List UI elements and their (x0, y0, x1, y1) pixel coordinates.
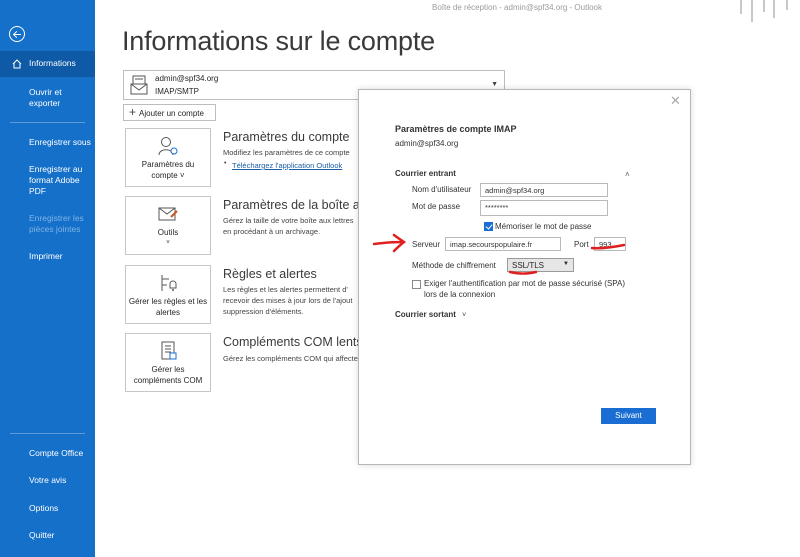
sidebar-item-print[interactable]: Imprimer (0, 251, 95, 262)
mail-account-icon (130, 75, 148, 95)
bullet: • (224, 160, 227, 167)
encryption-label: Méthode de chiffrement (412, 261, 496, 270)
chevron-down-icon: ˅ (462, 312, 467, 319)
person-settings-icon (158, 137, 178, 156)
section-description: Les règles et les alertes permettent d' (223, 285, 348, 294)
remember-password-label: Mémoriser le mot de passe (495, 222, 592, 231)
page-title: Informations sur le compte (122, 26, 435, 56)
section-description: Gérez les compléments COM qui affectent (223, 354, 363, 363)
decorative-stripe (763, 0, 765, 12)
decorative-stripe (786, 0, 788, 10)
decorative-stripe (751, 0, 753, 22)
window-title: Boîte de réception - admin@spf34.org - O… (432, 3, 602, 12)
sidebar-item-open-export[interactable]: Ouvrir et exporter (0, 87, 95, 109)
sidebar-item-quit[interactable]: Quitter (0, 530, 95, 541)
decorative-stripe (740, 0, 742, 14)
chevron-down-icon: ▼ (563, 261, 569, 267)
mailbox-cleanup-icon (158, 207, 178, 221)
sidebar-item-label: Informations (29, 58, 76, 68)
dialog-title: Paramètres de compte IMAP (395, 124, 517, 134)
rules-alerts-icon (161, 275, 177, 291)
dialog-subtitle: admin@spf34.org (395, 139, 459, 148)
sidebar-item-options[interactable]: Options (0, 503, 95, 514)
chevron-down-icon: ▼ (491, 81, 498, 88)
server-label: Serveur (412, 240, 441, 249)
remember-password-checkbox[interactable] (484, 222, 493, 231)
add-account-label: Ajouter un compte (139, 109, 204, 118)
incoming-mail-header[interactable]: Courrier entrant (395, 169, 456, 178)
section-title: Compléments COM lents (223, 335, 363, 349)
spa-checkbox[interactable] (412, 280, 421, 289)
section-title: Règles et alertes (223, 267, 317, 281)
sidebar-item-feedback[interactable]: Votre avis (0, 475, 95, 486)
add-account-button[interactable]: + Ajouter un compte (123, 104, 216, 121)
backstage-sidebar: Informations Ouvrir et exporter Enregist… (0, 0, 95, 557)
account-type: IMAP/SMTP (155, 87, 200, 96)
sidebar-divider (10, 433, 85, 434)
username-field[interactable]: admin@spf34.org (480, 183, 608, 197)
port-label: Port (574, 240, 589, 249)
section-title: Paramètres du compte (223, 130, 350, 144)
tile-label: Outils (157, 228, 179, 237)
section-description: recevoir des mises à jour lors de l'ajou… (223, 296, 353, 305)
section-description: en procédant à un archivage. (223, 227, 321, 236)
password-field[interactable]: ******** (480, 200, 608, 216)
next-button[interactable]: Suivant (601, 408, 656, 424)
account-settings-tile[interactable]: Paramètres du compte ˅ (125, 128, 211, 187)
tools-tile[interactable]: Outils ˅ (125, 196, 211, 255)
chevron-down-icon: ˅ (166, 240, 170, 246)
chevron-up-icon[interactable]: ˄ (625, 170, 630, 179)
rules-alerts-tile[interactable]: Gérer les règles et les alertes (125, 265, 211, 324)
spa-label: Exiger l'authentification par mot de pas… (424, 279, 626, 288)
server-field[interactable]: imap.secourspopulaire.fr (445, 237, 561, 251)
tile-label: Paramètres du compte ˅ (141, 160, 195, 180)
section-description: Modifiez les paramètres de ce compte (223, 148, 350, 157)
com-addins-tile[interactable]: Gérer les compléments COM (125, 333, 211, 392)
download-outlook-link[interactable]: Téléchargez l'application Outlook (232, 161, 358, 170)
sidebar-item-save-as[interactable]: Enregistrer sous (0, 137, 95, 148)
section-description: suppression d'éléments. (223, 307, 304, 316)
account-email: admin@spf34.org (155, 74, 219, 83)
home-icon (12, 59, 22, 69)
password-label: Mot de passe (412, 202, 461, 211)
close-icon[interactable]: ✕ (670, 93, 681, 109)
outgoing-mail-label: Courrier sortant (395, 310, 456, 319)
sidebar-item-save-pdf[interactable]: Enregistrer au format Adobe PDF (0, 164, 95, 197)
decorative-stripe (773, 0, 775, 18)
plus-icon: + (129, 105, 137, 119)
outgoing-mail-header[interactable]: Courrier sortant ˅ (395, 310, 466, 319)
back-arrow-icon[interactable] (9, 26, 25, 42)
encryption-value: SSL/TLS (512, 261, 545, 270)
tile-label: Gérer les règles et les alertes (128, 297, 208, 317)
section-description: Gérez la taille de votre boîte aux lettr… (223, 216, 354, 225)
encryption-method-select[interactable]: SSL/TLS ▼ (507, 258, 574, 272)
sidebar-item-save-attachments: Enregistrer les pièces jointes (29, 213, 84, 234)
port-field[interactable]: 993 (594, 237, 626, 251)
imap-settings-dialog: ✕ Paramètres de compte IMAP admin@spf34.… (358, 89, 691, 465)
spa-label-continued: lors de la connexion (424, 290, 496, 299)
username-label: Nom d'utilisateur (412, 185, 472, 194)
sidebar-item-office-account[interactable]: Compte Office (0, 448, 95, 459)
sidebar-item-informations[interactable]: Informations (0, 51, 95, 77)
tile-label: Gérer les compléments COM (133, 365, 203, 385)
sidebar-divider (10, 122, 85, 123)
com-addins-icon (161, 341, 177, 360)
